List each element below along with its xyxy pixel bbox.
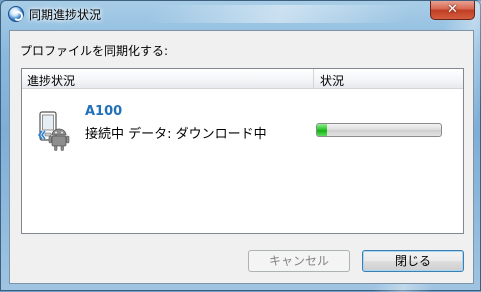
progress-fill <box>317 124 327 136</box>
sync-app-icon <box>8 6 24 22</box>
sync-list[interactable]: 進捗状況 状況 A100 接続中 データ: ダウンロード中 <box>21 68 464 234</box>
close-button[interactable]: 閉じる <box>362 250 464 272</box>
window-close-button[interactable]: ✕ <box>430 1 475 20</box>
device-name: A100 <box>85 104 123 119</box>
window-title: 同期進捗状況 <box>29 8 102 22</box>
dialog-body: プロファイルを同期化する: 進捗状況 状況 A100 接続中 データ: ダウンロ… <box>9 30 474 284</box>
glass-streak <box>145 5 417 23</box>
column-header-status[interactable]: 状況 <box>315 69 463 88</box>
sync-progress-bar <box>316 123 442 137</box>
phone-android-icon <box>38 111 70 151</box>
device-status-text: 接続中 データ: ダウンロード中 <box>85 127 267 142</box>
sync-prompt-label: プロファイルを同期化する: <box>20 44 169 58</box>
column-header-progress[interactable]: 進捗状況 <box>22 69 314 88</box>
window-frame: 同期進捗状況 ✕ プロファイルを同期化する: 進捗状況 状況 A100 接続中 … <box>0 0 481 292</box>
list-header: 進捗状況 状況 <box>22 69 463 89</box>
cancel-button[interactable]: キャンセル <box>248 250 350 272</box>
